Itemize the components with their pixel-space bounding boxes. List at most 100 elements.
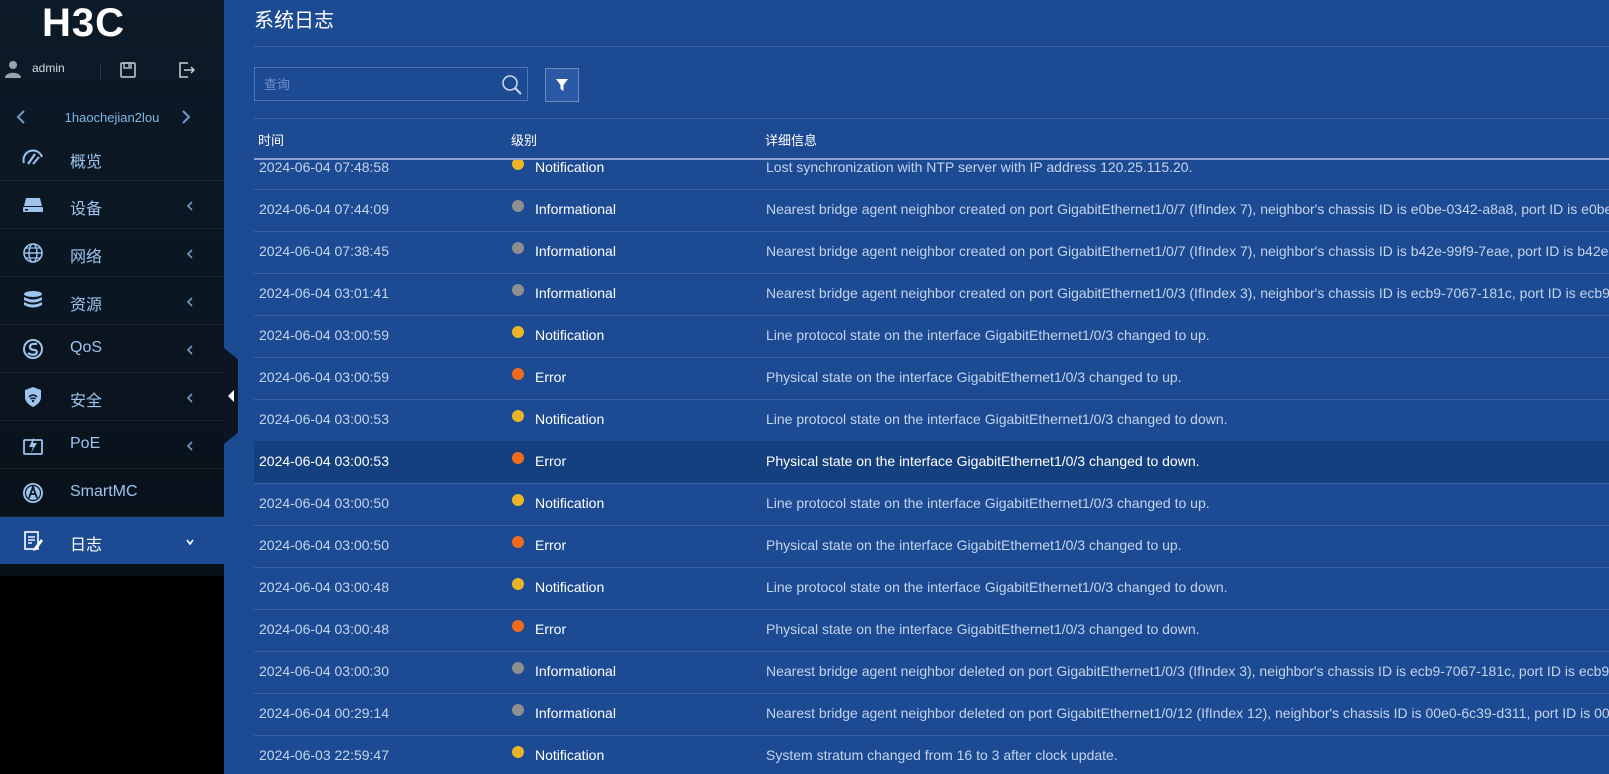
nav-item-security[interactable]: 安全 (0, 372, 224, 420)
log-time: 2024-06-04 03:00:53 (259, 453, 389, 469)
column-header-detail[interactable]: 详细信息 (765, 130, 817, 149)
nav-label: SmartMC (70, 483, 138, 500)
table-row[interactable]: 2024-06-04 03:01:41 Informational Nearest … (254, 273, 1609, 316)
log-detail: Physical state on the interface GigabitE… (766, 621, 1200, 637)
search-input[interactable] (255, 68, 493, 100)
page-title: 系统日志 (254, 10, 334, 32)
search-box (254, 67, 528, 101)
chevron-left-icon (185, 295, 195, 307)
column-header-time[interactable]: 时间 (258, 130, 284, 149)
log-time: 2024-06-04 03:00:48 (259, 579, 389, 595)
user-bar: admin (0, 54, 224, 88)
log-level: Notification (535, 160, 605, 175)
log-level: Informational (535, 705, 616, 721)
log-detail: Nearest bridge agent neighbor deleted on… (766, 663, 1609, 679)
table-row[interactable]: 2024-06-04 03:00:50 Notification Line prot… (254, 483, 1609, 526)
level-indicator-icon (512, 494, 524, 506)
table-row[interactable]: 2024-06-04 03:00:53 Error Physical state o… (254, 441, 1609, 484)
column-header-level[interactable]: 级别 (511, 130, 537, 149)
log-detail: System stratum changed from 16 to 3 afte… (766, 747, 1118, 763)
h3c-logo: H3C (42, 1, 166, 45)
log-detail: Line protocol state on the interface Gig… (766, 327, 1210, 343)
nav-item-overview[interactable]: 概览 (0, 134, 224, 180)
log-detail: Physical state on the interface GigabitE… (766, 369, 1182, 385)
table-row[interactable]: 2024-06-04 03:00:50 Error Physical state o… (254, 525, 1609, 568)
nav-label: 日志 (70, 537, 103, 554)
chevron-left-icon (185, 439, 195, 451)
table-row[interactable]: 2024-06-04 03:00:59 Error Physical state o… (254, 357, 1609, 400)
log-time: 2024-06-04 07:44:09 (259, 201, 389, 217)
table-row[interactable]: 2024-06-04 07:44:09 Informational Nearest … (254, 189, 1609, 232)
log-level: Error (535, 621, 567, 637)
nav-item-network[interactable]: 网络 (0, 228, 224, 276)
nav-item-smartmc[interactable]: SmartMC (0, 468, 224, 516)
chevron-left-icon (185, 247, 195, 259)
svg-text:H3C: H3C (42, 2, 125, 42)
log-time: 2024-06-04 03:00:48 (259, 621, 389, 637)
log-time: 2024-06-04 03:00:50 (259, 537, 389, 553)
level-indicator-icon (512, 242, 524, 254)
device-switcher: 1haochejian2lou (0, 102, 224, 134)
chevron-left-icon (185, 391, 195, 403)
log-time: 2024-06-04 03:00:59 (259, 327, 389, 343)
table-row[interactable]: 2024-06-03 22:59:47 Notification System st… (254, 735, 1609, 774)
database-icon (22, 290, 44, 312)
chevron-left-icon (185, 343, 195, 355)
log-time: 2024-06-04 03:00:59 (259, 369, 389, 385)
nav-label: 设备 (70, 201, 103, 218)
log-level: Error (535, 453, 567, 469)
level-indicator-icon (512, 284, 524, 296)
nav-label: 资源 (70, 297, 103, 314)
poe-icon (22, 434, 44, 456)
nav-item-poe[interactable]: PoE (0, 420, 224, 468)
nav-label: PoE (70, 435, 101, 452)
sidebar: H3C admin 1haochejian2lou 概览 设备 网络 资源 Qo… (0, 0, 224, 774)
log-level: Notification (535, 579, 605, 595)
divider (100, 63, 101, 79)
table-row[interactable]: 2024-06-04 03:00:30 Informational Nearest … (254, 651, 1609, 694)
log-level: Informational (535, 285, 616, 301)
nav-item-device[interactable]: 设备 (0, 180, 224, 228)
divider (254, 118, 1609, 119)
table-row[interactable]: 2024-06-04 07:48:58 Notification Lost sync… (254, 160, 1609, 190)
level-indicator-icon (512, 578, 524, 590)
save-icon[interactable] (119, 61, 137, 79)
log-time: 2024-06-04 00:29:14 (259, 705, 389, 721)
dashboard-icon (22, 147, 44, 169)
filter-button[interactable] (545, 68, 579, 102)
nav-menu: 概览 设备 网络 资源 QoS 安全 PoE SmartMC 日志 (0, 134, 224, 564)
log-detail: Physical state on the interface GigabitE… (766, 453, 1200, 469)
chevron-right-icon[interactable] (178, 108, 194, 126)
log-icon (22, 530, 44, 552)
main-content: 系统日志 时间 级别 详细信息 2024-06-04 07:48:58 Notif… (224, 0, 1609, 774)
log-time: 2024-06-04 03:01:41 (259, 285, 389, 301)
nav-item-resources[interactable]: 资源 (0, 276, 224, 324)
table-row[interactable]: 2024-06-04 03:00:48 Error Physical state o… (254, 609, 1609, 652)
log-detail: Nearest bridge agent neighbor created on… (766, 201, 1609, 217)
log-level: Notification (535, 747, 605, 763)
table-row[interactable]: 2024-06-04 07:38:45 Informational Nearest … (254, 231, 1609, 274)
log-level: Notification (535, 327, 605, 343)
qos-icon (22, 338, 44, 360)
logout-icon[interactable] (177, 61, 196, 79)
table-row[interactable]: 2024-06-04 03:00:53 Notification Line prot… (254, 399, 1609, 442)
table-row[interactable]: 2024-06-04 00:29:14 Informational Nearest … (254, 693, 1609, 736)
table-row[interactable]: 2024-06-04 03:00:59 Notification Line prot… (254, 315, 1609, 358)
level-indicator-icon (512, 326, 524, 338)
log-detail: Line protocol state on the interface Gig… (766, 579, 1228, 595)
level-indicator-icon (512, 452, 524, 464)
nav-label: 安全 (70, 393, 103, 410)
search-icon[interactable] (501, 74, 523, 96)
level-indicator-icon (512, 704, 524, 716)
log-time: 2024-06-04 03:00:53 (259, 411, 389, 427)
log-time: 2024-06-03 22:59:47 (259, 747, 389, 763)
nav-item-log[interactable]: 日志 (0, 516, 224, 564)
chevron-left-icon (185, 199, 195, 211)
level-indicator-icon (512, 410, 524, 422)
log-time: 2024-06-04 03:00:30 (259, 663, 389, 679)
nav-item-qos[interactable]: QoS (0, 324, 224, 372)
table-row[interactable]: 2024-06-04 03:00:48 Notification Line prot… (254, 567, 1609, 610)
user-name[interactable]: admin (32, 61, 65, 75)
log-time: 2024-06-04 07:48:58 (259, 160, 389, 175)
nav-label: 网络 (70, 249, 103, 266)
